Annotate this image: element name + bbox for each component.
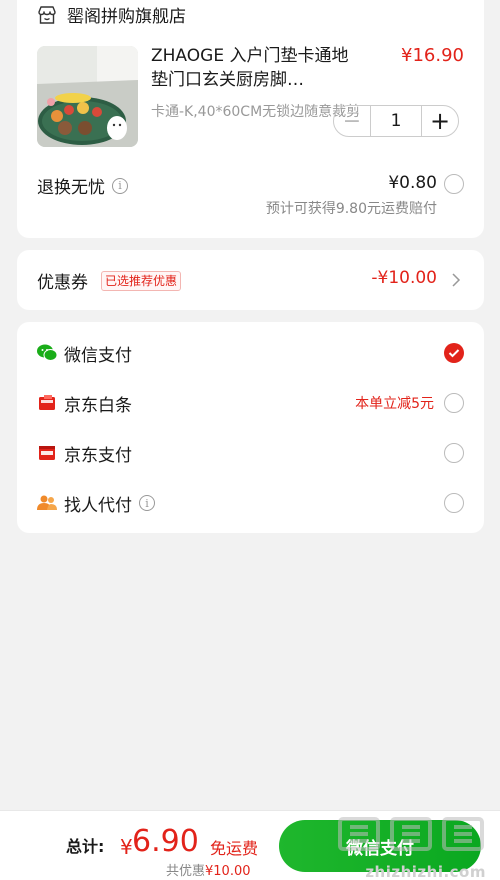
store-header[interactable]: 罂阁拼购旗舰店 (37, 2, 186, 27)
watermark-logo (338, 817, 484, 851)
total-discount: 共优惠¥10.00 (166, 860, 251, 879)
discount-value: ¥10.00 (205, 864, 251, 879)
total-amount: 6.90 (132, 824, 199, 859)
payment-option-radio[interactable] (444, 493, 464, 513)
coupon-recommend-tag: 已选推荐优惠 (101, 271, 182, 291)
payment-promo-text: 本单立减5元 (355, 396, 434, 412)
store-icon (38, 5, 56, 24)
coupon-value: -¥10.00 (371, 268, 437, 288)
refund-service-note: 预计可获得9.80元运费赔付 (265, 201, 437, 217)
free-shipping-label: 免运费 (210, 839, 259, 858)
coupon-label: 优惠券 (37, 273, 88, 293)
info-icon[interactable]: i (112, 177, 128, 194)
watermark-url: zhizhizhi.com (365, 863, 486, 880)
quantity-stepper: − 1 + (333, 105, 459, 137)
product-card: 罂阁拼购旗舰店 ZHAOGE 入户门垫卡通地垫门口玄关厨房脚… ¥16.90 卡… (17, 0, 484, 238)
quantity-decrease-button[interactable]: − (334, 106, 370, 136)
quantity-increase-button[interactable]: + (422, 106, 458, 136)
product-image[interactable] (37, 46, 138, 147)
payment-option-label: 微信支付 (64, 345, 132, 366)
product-price: ¥16.90 (401, 45, 464, 66)
payment-option-label: 找人代付 (64, 495, 132, 516)
total-currency: ¥ (120, 835, 133, 859)
checkout-bar: 总计: ¥ 6.90 免运费 共优惠¥10.00 微信支付 zhizhizhi.… (0, 810, 500, 880)
jd-baitiao-icon (37, 393, 57, 413)
quantity-input[interactable]: 1 (370, 106, 422, 136)
refund-service-row: 退换无忧 i (37, 173, 128, 198)
refund-service-radio[interactable] (444, 174, 464, 194)
payment-option-label: 京东支付 (64, 445, 132, 466)
payment-option-wechat[interactable]: 微信支付 (37, 328, 464, 378)
refund-service-label: 退换无忧 (37, 178, 105, 198)
payment-option-radio[interactable] (444, 393, 464, 413)
payment-option-jd-pay[interactable]: 京东支付 (37, 428, 464, 478)
payment-option-radio[interactable] (444, 443, 464, 463)
wechat-pay-icon (37, 343, 57, 363)
payment-methods-card: 微信支付 京东白条 本单立减5元 京东支付 找人代付 i (17, 322, 484, 533)
people-icon (37, 493, 57, 513)
info-icon[interactable]: i (139, 495, 155, 511)
discount-prefix: 共优惠 (166, 864, 206, 879)
check-icon (448, 349, 460, 358)
product-title[interactable]: ZHAOGE 入户门垫卡通地垫门口玄关厨房脚… (151, 44, 361, 92)
store-name: 罂阁拼购旗舰店 (67, 7, 186, 27)
payment-option-radio-checked[interactable] (444, 343, 464, 363)
payment-option-proxy-pay[interactable]: 找人代付 i (37, 478, 464, 528)
chevron-right-icon (452, 273, 461, 287)
coupon-card[interactable]: 优惠券 已选推荐优惠 -¥10.00 (17, 250, 484, 310)
payment-option-label: 京东白条 (64, 395, 132, 416)
refund-service-price: ¥0.80 (388, 173, 437, 193)
product-spec[interactable]: 卡通-K,40*60CM无锁边随意裁剪 (151, 101, 361, 123)
payment-option-jd-baitiao[interactable]: 京东白条 本单立减5元 (37, 378, 464, 428)
total-label: 总计: (66, 837, 105, 856)
jd-pay-icon (37, 443, 57, 463)
